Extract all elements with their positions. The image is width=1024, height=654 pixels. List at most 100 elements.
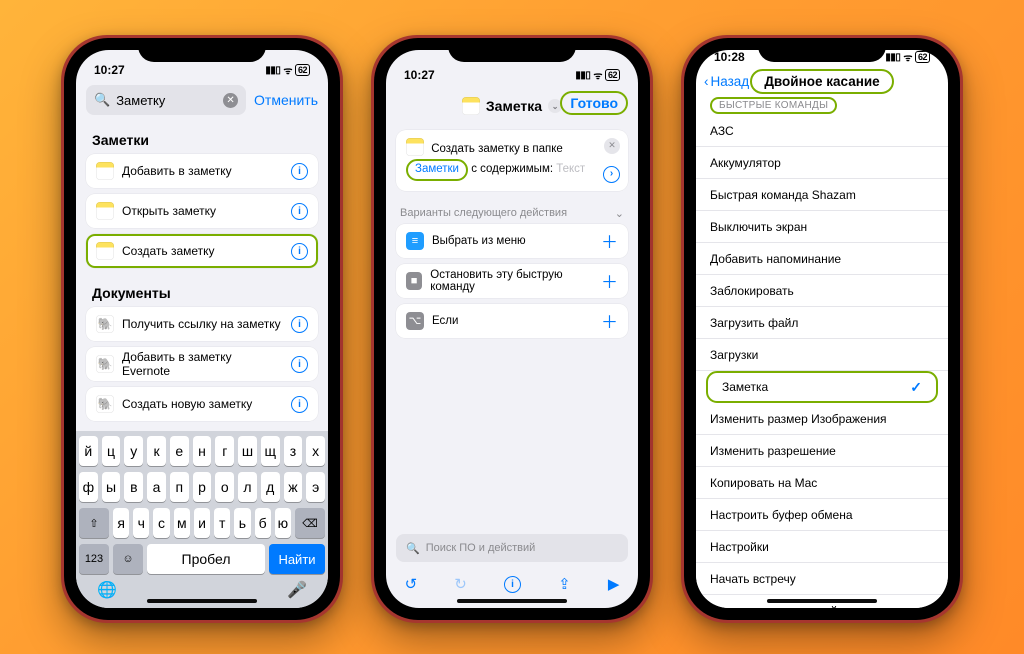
shortcut-item[interactable]: Заметка✓ xyxy=(706,371,938,403)
key[interactable]: я xyxy=(113,508,129,538)
status-time: 10:27 xyxy=(94,63,125,77)
shortcut-item[interactable]: Загрузить файл xyxy=(696,307,948,339)
key[interactable]: в xyxy=(124,472,143,502)
key[interactable]: ь xyxy=(234,508,250,538)
remove-action-icon[interactable]: ✕ xyxy=(604,138,620,154)
notes-app-icon xyxy=(406,138,424,156)
actions-search[interactable]: 🔍 Поиск ПО и действий xyxy=(396,534,628,562)
row-label: Добавить в заметку Evernote xyxy=(122,350,283,378)
add-action-icon[interactable]: ＋ xyxy=(601,308,618,333)
add-action-icon[interactable]: ＋ xyxy=(601,268,618,293)
shortcut-item[interactable]: Загрузки xyxy=(696,339,948,371)
info-icon[interactable]: i xyxy=(291,396,308,413)
key[interactable]: л xyxy=(238,472,257,502)
key[interactable]: ф xyxy=(79,472,98,502)
shortcut-item[interactable]: Быстрая команда Shazam xyxy=(696,179,948,211)
key[interactable]: й xyxy=(79,436,98,466)
undo-icon[interactable]: ↺ xyxy=(405,575,418,593)
backspace-key[interactable]: ⌫ xyxy=(295,508,325,538)
suggested-action[interactable]: ⌥Если＋ xyxy=(396,304,628,338)
key[interactable]: е xyxy=(170,436,189,466)
key[interactable]: з xyxy=(284,436,303,466)
done-button[interactable]: Готово xyxy=(560,91,628,115)
info-icon[interactable]: i xyxy=(291,163,308,180)
key[interactable]: ы xyxy=(102,472,121,502)
key[interactable]: д xyxy=(261,472,280,502)
shortcut-item[interactable]: Аккумулятор xyxy=(696,147,948,179)
shift-key[interactable]: ⇧ xyxy=(79,508,109,538)
key[interactable]: х xyxy=(306,436,325,466)
mic-icon[interactable]: 🎤 xyxy=(287,580,307,600)
search-input[interactable]: 🔍 Заметку ✕ xyxy=(86,85,246,115)
info-icon[interactable]: i xyxy=(291,356,308,373)
shortcut-item[interactable]: АЗС xyxy=(696,115,948,147)
action-icon: ≡ xyxy=(406,232,424,250)
add-action-icon[interactable]: ＋ xyxy=(601,228,618,253)
emoji-key[interactable]: ☺ xyxy=(113,544,143,574)
actions-search-placeholder: Поиск ПО и действий xyxy=(426,542,536,554)
key[interactable]: н xyxy=(193,436,212,466)
numeric-key[interactable]: 123 xyxy=(79,544,109,574)
keyboard[interactable]: йцукенгшщзх фывапролджэ ⇧ячсмитьбю⌫ 123 … xyxy=(76,431,328,608)
cancel-button[interactable]: Отменить xyxy=(254,92,318,108)
info-icon[interactable]: i xyxy=(291,316,308,333)
action-row[interactable]: Открыть заметкуi xyxy=(86,194,318,228)
shortcut-item[interactable]: Заблокировать xyxy=(696,275,948,307)
key[interactable]: к xyxy=(147,436,166,466)
show-more-icon[interactable]: › xyxy=(603,166,620,183)
suggested-action[interactable]: ■Остановить эту быструю команду＋ xyxy=(396,264,628,298)
share-icon[interactable]: ⇪ xyxy=(558,575,571,593)
key[interactable]: а xyxy=(147,472,166,502)
key[interactable]: р xyxy=(193,472,212,502)
redo-icon[interactable]: ↻ xyxy=(454,575,467,593)
action-row[interactable]: 🐘Создать новую заметкуi xyxy=(86,387,318,421)
key[interactable]: э xyxy=(306,472,325,502)
shortcut-item[interactable]: Выключить экран xyxy=(696,211,948,243)
action-row[interactable]: Создать заметкуi xyxy=(86,234,318,268)
key[interactable]: ю xyxy=(275,508,291,538)
key[interactable]: г xyxy=(215,436,234,466)
shortcut-item[interactable]: Настроить буфер обмена xyxy=(696,499,948,531)
key[interactable]: п xyxy=(170,472,189,502)
space-key[interactable]: Пробел xyxy=(147,544,265,574)
action-row[interactable]: 🐘Добавить в заметку Evernotei xyxy=(86,347,318,381)
key[interactable]: ж xyxy=(284,472,303,502)
find-key[interactable]: Найти xyxy=(269,544,325,574)
action-row[interactable]: 🐘Получить ссылку на заметкуi xyxy=(86,307,318,341)
info-icon[interactable]: i xyxy=(291,243,308,260)
key[interactable]: ц xyxy=(102,436,121,466)
clear-icon[interactable]: ✕ xyxy=(223,93,238,108)
key[interactable]: т xyxy=(214,508,230,538)
back-button[interactable]: ‹Назад xyxy=(704,74,749,89)
next-action-header[interactable]: Варианты следующего действия ⌄ xyxy=(386,197,638,224)
action-row[interactable]: Добавить в заметкуi xyxy=(86,154,318,188)
item-label: Выключить экран xyxy=(710,220,807,234)
shortcut-item[interactable]: Копировать на Mac xyxy=(696,467,948,499)
key[interactable]: и xyxy=(194,508,210,538)
key[interactable]: ч xyxy=(133,508,149,538)
editor-header: Заметка ⌄ Готово xyxy=(386,88,638,124)
key[interactable]: м xyxy=(174,508,190,538)
shortcut-item[interactable]: Изменить размер Изображения xyxy=(696,403,948,435)
content-placeholder[interactable]: Текст xyxy=(556,163,585,175)
suggested-action[interactable]: ≡Выбрать из меню＋ xyxy=(396,224,628,258)
details-icon[interactable]: i xyxy=(504,576,521,593)
shortcut-item[interactable]: Начать встречу xyxy=(696,563,948,595)
shortcut-item[interactable]: Добавить напоминание xyxy=(696,243,948,275)
info-icon[interactable]: i xyxy=(291,203,308,220)
search-icon: 🔍 xyxy=(406,542,420,555)
key[interactable]: ш xyxy=(238,436,257,466)
action-card[interactable]: ✕ Создать заметку в папке Заметки с соде… xyxy=(396,130,628,191)
key[interactable]: б xyxy=(255,508,271,538)
action-icon: ■ xyxy=(406,272,422,290)
status-time: 10:28 xyxy=(714,50,745,64)
key[interactable]: с xyxy=(153,508,169,538)
key[interactable]: у xyxy=(124,436,143,466)
key[interactable]: о xyxy=(215,472,234,502)
shortcut-item[interactable]: Изменить разрешение xyxy=(696,435,948,467)
folder-token[interactable]: Заметки xyxy=(406,159,468,181)
globe-icon[interactable]: 🌐 xyxy=(97,580,117,600)
key[interactable]: щ xyxy=(261,436,280,466)
shortcut-item[interactable]: Настройки xyxy=(696,531,948,563)
run-icon[interactable]: ▶ xyxy=(608,575,620,593)
